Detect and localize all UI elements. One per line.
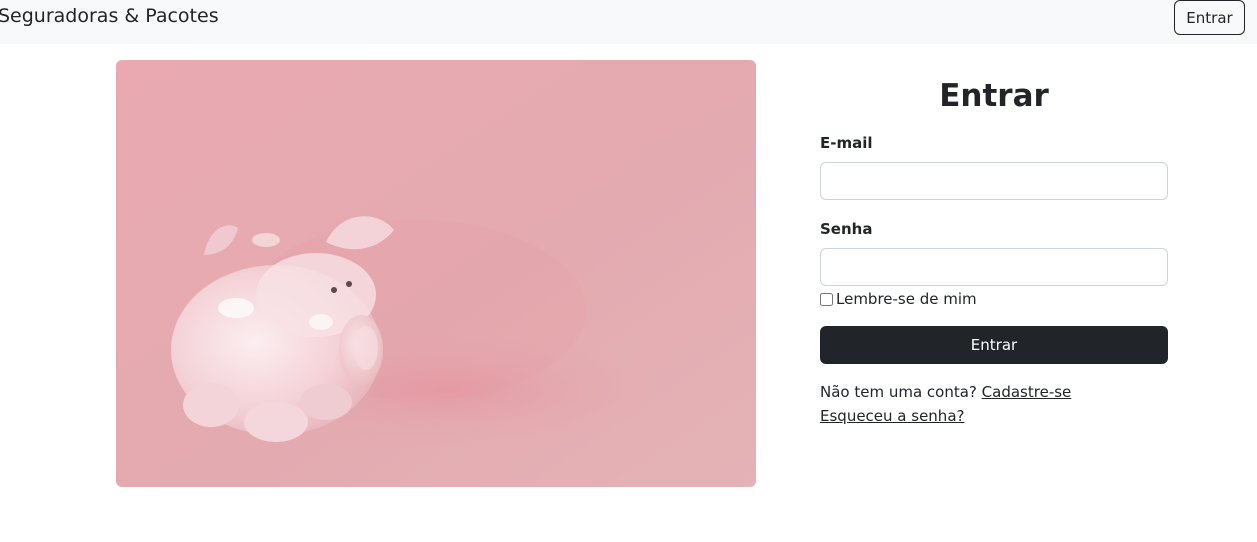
password-field[interactable] <box>820 248 1168 286</box>
brand-title[interactable]: Seguradoras & Pacotes <box>0 4 219 28</box>
remember-me: Lembre-se de mim <box>820 289 977 309</box>
email-field[interactable] <box>820 162 1168 200</box>
piggy-bank-illustration <box>116 60 756 487</box>
forgot-password-row: Esqueceu a senha? <box>820 406 964 426</box>
remember-me-label[interactable]: Lembre-se de mim <box>836 289 977 309</box>
forgot-password-link[interactable]: Esqueceu a senha? <box>820 407 964 425</box>
register-prompt: Não tem uma conta? Cadastre-se <box>820 382 1071 402</box>
register-link[interactable]: Cadastre-se <box>982 383 1072 401</box>
email-label: E-mail <box>820 134 873 152</box>
remember-me-checkbox[interactable] <box>820 292 833 306</box>
top-navbar: Seguradoras & Pacotes Entrar <box>0 0 1257 44</box>
form-title: Entrar <box>939 78 1049 114</box>
password-label: Senha <box>820 220 873 238</box>
navbar-login-button[interactable]: Entrar <box>1174 0 1245 35</box>
submit-login-button[interactable]: Entrar <box>820 326 1168 364</box>
no-account-text: Não tem uma conta? <box>820 383 982 401</box>
hero-image <box>116 60 756 487</box>
